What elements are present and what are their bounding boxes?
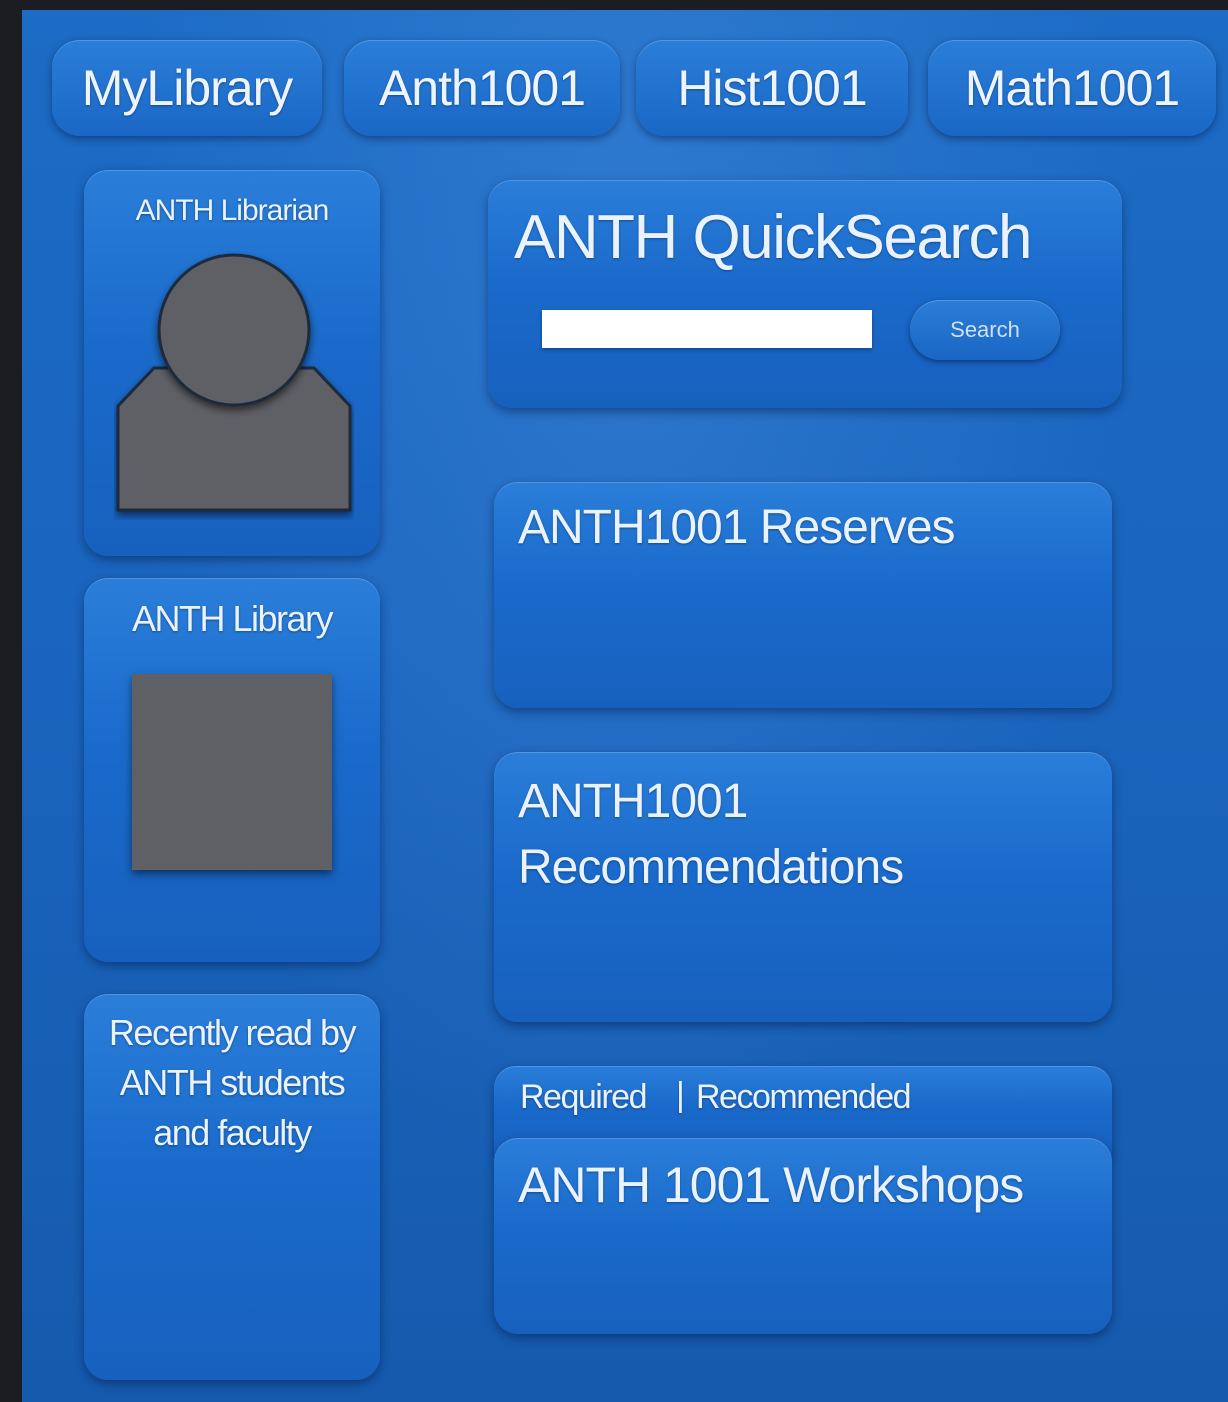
window-frame: MyLibrary Anth1001 Hist1001 Math1001 ANT… xyxy=(0,0,1228,1402)
library-panel[interactable]: ANTH Library xyxy=(84,578,380,962)
filter-separator: | xyxy=(676,1076,685,1114)
reserves-panel[interactable]: ANTH1001 Reserves xyxy=(494,482,1112,708)
tab-mylibrary[interactable]: MyLibrary xyxy=(52,40,322,136)
image-placeholder-icon xyxy=(132,674,332,870)
tab-math1001[interactable]: Math1001 xyxy=(928,40,1216,136)
recently-read-panel[interactable]: Recently read by ANTH students and facul… xyxy=(84,994,380,1380)
search-input[interactable] xyxy=(542,310,872,348)
filter-required-link[interactable]: Required xyxy=(520,1078,647,1117)
workshops-title: ANTH 1001 Workshops xyxy=(518,1157,1024,1213)
quicksearch-title: ANTH QuickSearch xyxy=(514,203,1032,272)
recommendations-title-line2: Recommendations xyxy=(518,841,904,894)
quicksearch-panel: ANTH QuickSearch xyxy=(488,180,1122,408)
recommendations-panel[interactable]: ANTH1001 Recommendations xyxy=(494,752,1112,1022)
workshops-panel[interactable]: ANTH 1001 Workshops xyxy=(494,1138,1112,1334)
reserves-title: ANTH1001 Reserves xyxy=(518,501,956,554)
tab-hist1001[interactable]: Hist1001 xyxy=(636,40,908,136)
recommendations-title-line1: ANTH1001 xyxy=(518,775,748,828)
search-button[interactable]: Search xyxy=(910,300,1060,360)
recently-read-title: Recently read by ANTH students and facul… xyxy=(108,1012,357,1153)
filter-recommended-link[interactable]: Recommended xyxy=(696,1078,912,1117)
person-silhouette-icon xyxy=(116,253,352,512)
librarian-panel[interactable]: ANTH Librarian xyxy=(84,170,380,556)
page-canvas: MyLibrary Anth1001 Hist1001 Math1001 ANT… xyxy=(22,10,1228,1402)
librarian-panel-title: ANTH Librarian xyxy=(135,194,330,227)
tab-anth1001[interactable]: Anth1001 xyxy=(344,40,620,136)
library-panel-title: ANTH Library xyxy=(131,598,334,639)
